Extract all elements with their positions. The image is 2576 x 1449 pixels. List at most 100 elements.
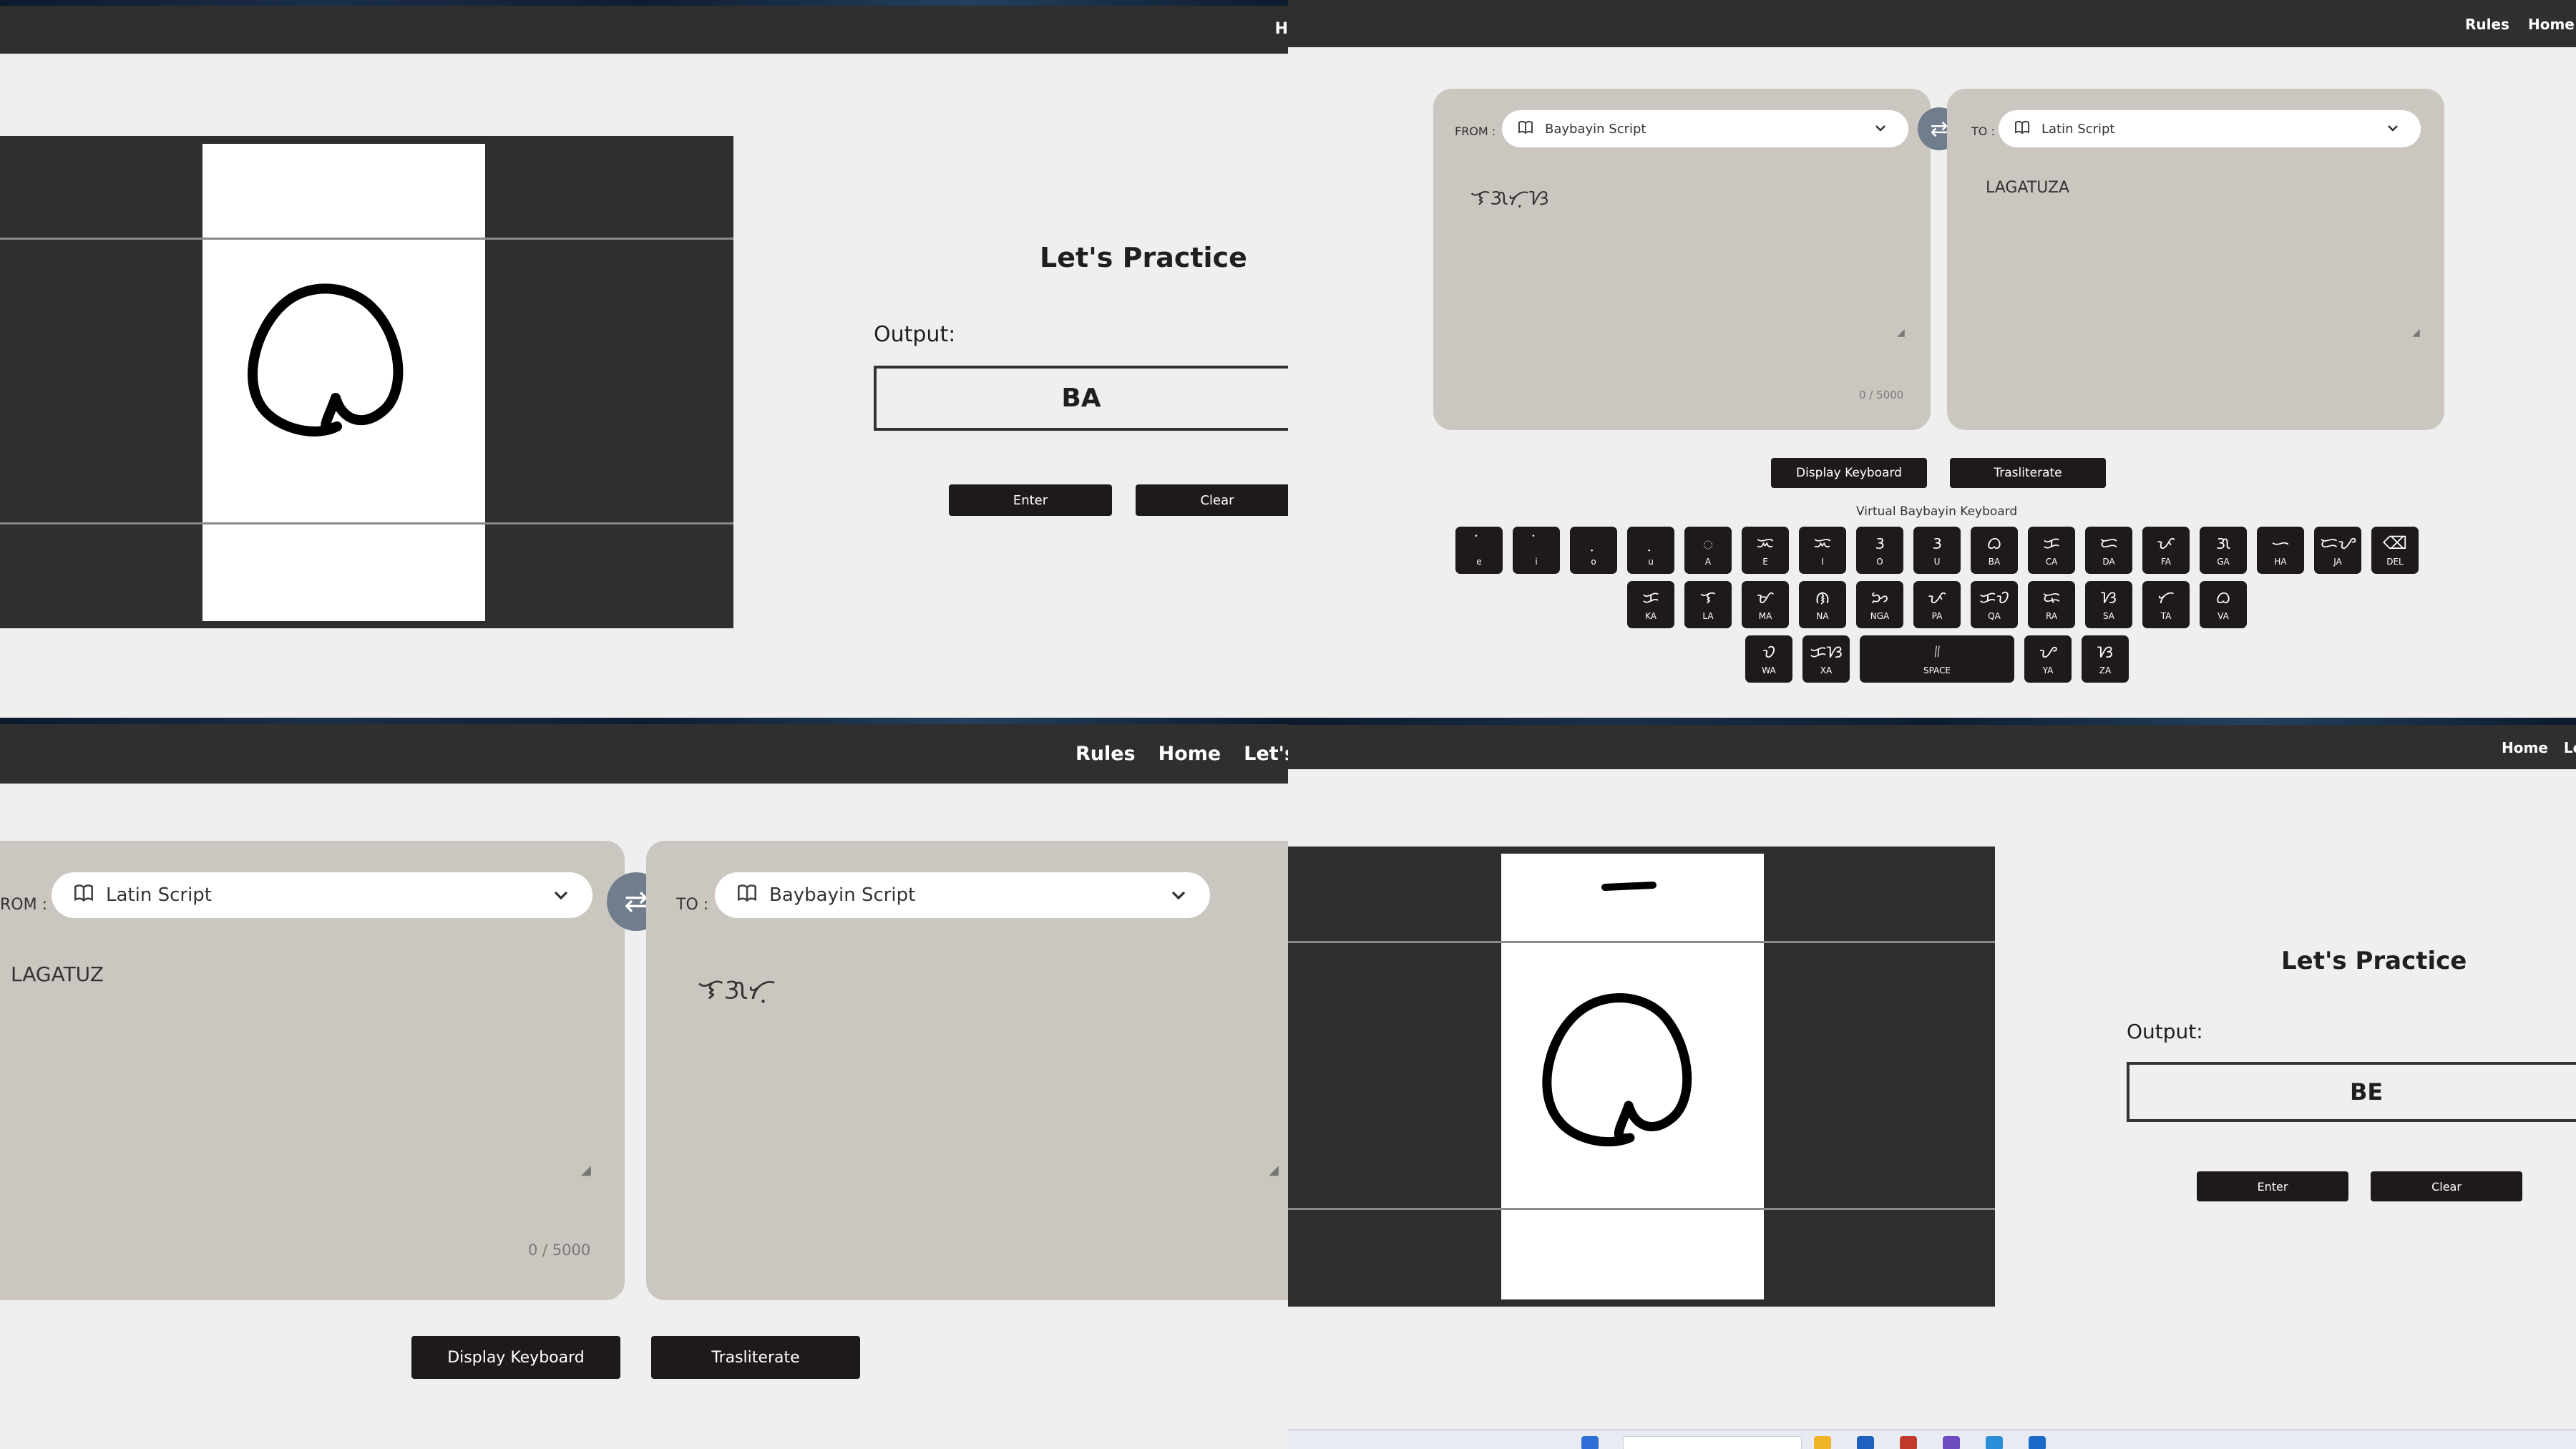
word-icon[interactable]: [2029, 1436, 2046, 1449]
display-keyboard-button[interactable]: Display Keyboard: [411, 1336, 620, 1379]
nav-link-home[interactable]: Home: [2502, 739, 2548, 756]
key-i[interactable]: ᜒi: [1513, 527, 1560, 574]
enter-button[interactable]: Enter: [2197, 1171, 2348, 1201]
result-text-area[interactable]: ᜎᜄᜆᜓ: [698, 968, 776, 1008]
desktop-wallpaper-strip: [1288, 718, 2576, 725]
key-label: GA: [2217, 557, 2230, 567]
key-label: HA: [2274, 557, 2287, 567]
from-script-select[interactable]: Baybayin Script: [1502, 110, 1908, 147]
key-wa[interactable]: ᜏ WA: [1745, 635, 1792, 683]
key-label: BA: [1988, 557, 2001, 567]
key-va[interactable]: ᜊ VA: [2200, 581, 2247, 628]
key-u[interactable]: ᜓu: [1627, 527, 1674, 574]
clear-button[interactable]: Clear: [2371, 1171, 2522, 1201]
key-sa[interactable]: ᜐ SA: [2085, 581, 2132, 628]
key-ta[interactable]: ᜆ TA: [2142, 581, 2190, 628]
key-label: NGA: [1870, 611, 1890, 621]
key-label: JA: [2333, 557, 2342, 567]
source-text-area[interactable]: ᜎᜄᜆᜓᜐ: [1470, 182, 1548, 211]
key-glyph: ᜉ: [2157, 533, 2175, 553]
key-glyph: ᜃ: [1642, 587, 1659, 608]
navbar: Rules Home Le: [1288, 0, 2576, 47]
mail-icon[interactable]: [1857, 1436, 1874, 1449]
key-label: CA: [2045, 557, 2058, 567]
nav-link-home[interactable]: Home: [1158, 743, 1221, 765]
to-script-select[interactable]: Baybayin Script: [715, 872, 1210, 918]
resize-handle-icon[interactable]: ◢: [1897, 327, 1905, 338]
key-glyph: ᜐ: [2097, 642, 2114, 662]
to-script-select[interactable]: Latin Script: [1999, 110, 2421, 147]
start-icon[interactable]: [1581, 1436, 1599, 1449]
transliterate-button[interactable]: Trasliterate: [1950, 458, 2106, 488]
key-xa[interactable]: ᜃᜐ XA: [1802, 635, 1850, 683]
display-keyboard-button[interactable]: Display Keyboard: [1771, 458, 1927, 488]
key-fa[interactable]: ᜉ FA: [2142, 527, 2190, 574]
nav-link-rules[interactable]: Rules: [1075, 743, 1136, 765]
key-da[interactable]: ᜇ DA: [2085, 527, 2132, 574]
enter-button[interactable]: Enter: [949, 484, 1112, 516]
resize-handle-icon[interactable]: ◢: [1269, 1163, 1279, 1178]
navbar: Home Let': [1288, 725, 2576, 769]
key-i[interactable]: ᜁI: [1799, 527, 1846, 574]
key-u[interactable]: ᜂU: [1913, 527, 1961, 574]
to-card: TO : Latin Script LAGATUZA ◢: [1947, 89, 2444, 430]
guide-line-top: [1288, 941, 1995, 943]
key-ma[interactable]: ᜋ MA: [1742, 581, 1789, 628]
key-o[interactable]: ᜓo: [1570, 527, 1617, 574]
nav-link-lets-practice[interactable]: Let's Prac: [1244, 743, 1288, 765]
key-pa[interactable]: ᜉ PA: [1913, 581, 1961, 628]
key-ga[interactable]: ᜄ GA: [2200, 527, 2247, 574]
key-ha[interactable]: ᜑ HA: [2257, 527, 2304, 574]
key-qa[interactable]: ᜃᜏ QA: [1971, 581, 2018, 628]
from-label: FROM :: [1455, 125, 1496, 138]
key-glyph: ᜐ: [2100, 587, 2117, 608]
clear-button[interactable]: Clear: [1136, 484, 1288, 516]
source-text-area[interactable]: LAGATUZ: [11, 962, 104, 986]
key-na[interactable]: ᜈ NA: [1799, 581, 1846, 628]
key-label: NA: [1816, 611, 1829, 621]
key-ka[interactable]: ᜃ KA: [1627, 581, 1674, 628]
key-space[interactable]: ᜶ SPACE: [1860, 635, 2014, 683]
key-glyph: ⌫: [2383, 533, 2407, 553]
key-ya[interactable]: ᜌ YA: [2024, 635, 2072, 683]
to-label: TO :: [676, 896, 709, 914]
search-icon[interactable]: [1623, 1436, 1802, 1449]
key-label: KA: [1645, 611, 1657, 621]
key-glyph: ᜇᜌ: [2320, 533, 2356, 553]
nav-link-rules[interactable]: Rules: [2465, 16, 2509, 33]
resize-handle-icon[interactable]: ◢: [581, 1163, 591, 1178]
nav-link-lets-practice[interactable]: Let': [2564, 739, 2576, 756]
chrome-icon[interactable]: [1900, 1436, 1917, 1449]
from-script-value: Latin Script: [106, 884, 212, 906]
drawing-canvas[interactable]: [1501, 854, 1764, 1299]
key-e[interactable]: ᜒe: [1455, 527, 1503, 574]
key-ba[interactable]: ᜊ BA: [1971, 527, 2018, 574]
key-ra[interactable]: ᜍ RA: [2028, 581, 2075, 628]
key-e[interactable]: ᜁE: [1742, 527, 1789, 574]
from-script-select[interactable]: Latin Script: [52, 872, 592, 918]
key-a[interactable]: ᜀA: [1684, 527, 1732, 574]
key-o[interactable]: ᜂO: [1856, 527, 1903, 574]
key-glyph: ᜁ: [1756, 533, 1775, 553]
resize-handle-icon[interactable]: ◢: [2412, 327, 2420, 338]
key-label: RA: [2045, 611, 2058, 621]
transliterate-button[interactable]: Trasliterate: [651, 1336, 860, 1379]
key-del[interactable]: ⌫ DEL: [2371, 527, 2419, 574]
key-la[interactable]: ᜎ LA: [1684, 581, 1732, 628]
key-nga[interactable]: ᜅ NGA: [1856, 581, 1903, 628]
folder-icon[interactable]: [1814, 1436, 1831, 1449]
to-card: TO : Baybayin Script ᜎᜄᜆᜓ ◢: [646, 841, 1288, 1300]
output-value: BA: [1061, 384, 1101, 413]
key-za[interactable]: ᜐ ZA: [2082, 635, 2129, 683]
key-label: QA: [1988, 611, 2001, 621]
key-glyph: ᜃᜏ: [1979, 587, 2009, 608]
nav-link-home[interactable]: Home: [2528, 16, 2575, 33]
nav-link-home[interactable]: H: [1275, 20, 1288, 38]
vscode-icon[interactable]: [1986, 1436, 2003, 1449]
teams-icon[interactable]: [1943, 1436, 1960, 1449]
key-ca[interactable]: ᜃ CA: [2028, 527, 2075, 574]
drawing-canvas[interactable]: [203, 144, 485, 621]
character-counter: 0 / 5000: [1859, 389, 1904, 401]
result-text-area[interactable]: LAGATUZA: [1986, 179, 2069, 197]
key-ja[interactable]: ᜇᜌ JA: [2314, 527, 2361, 574]
